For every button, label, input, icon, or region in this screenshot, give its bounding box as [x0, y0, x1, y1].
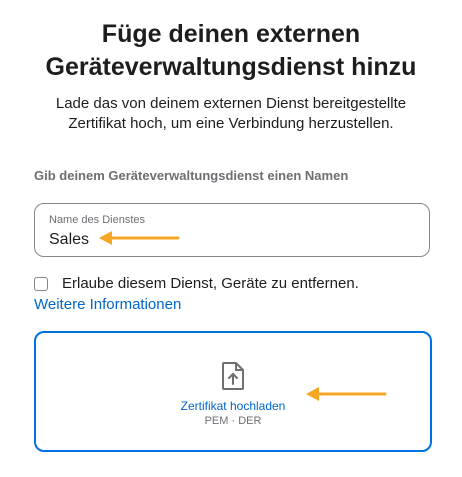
service-name-field-label: Name des Dienstes	[49, 214, 145, 226]
allow-remove-checkbox[interactable]	[34, 276, 48, 291]
upload-formats-label: PEM · DER	[204, 415, 262, 427]
allow-remove-label[interactable]: Erlaube diesem Dienst, Geräte zu entfern…	[62, 275, 359, 292]
page-subtitle-line-1: Lade das von deinem externen Dienst bere…	[55, 95, 407, 112]
annotation-arrow-upload	[306, 387, 387, 401]
document-upload-icon	[222, 362, 244, 390]
page-title: Füge deinen externen Geräteverwaltungsdi…	[0, 18, 462, 84]
service-name-field[interactable]: Name des Dienstes Sales	[34, 203, 430, 257]
annotation-arrow-service-name	[99, 231, 180, 245]
service-name-section-label: Gib deinem Geräteverwaltungsdienst einen…	[34, 168, 349, 183]
page-subtitle: Lade das von deinem externen Dienst bere…	[0, 94, 462, 134]
service-name-input[interactable]: Sales	[49, 231, 89, 249]
page-title-line-2: Geräteverwaltungsdienst hinzu	[45, 53, 417, 81]
more-info-link[interactable]: Weitere Informationen	[34, 296, 181, 313]
allow-remove-row[interactable]: Erlaube diesem Dienst, Geräte zu entfern…	[34, 275, 359, 292]
page-title-line-1: Füge deinen externen	[101, 20, 361, 48]
page-subtitle-line-2: Zertifikat hoch, um eine Verbindung herz…	[68, 115, 394, 132]
